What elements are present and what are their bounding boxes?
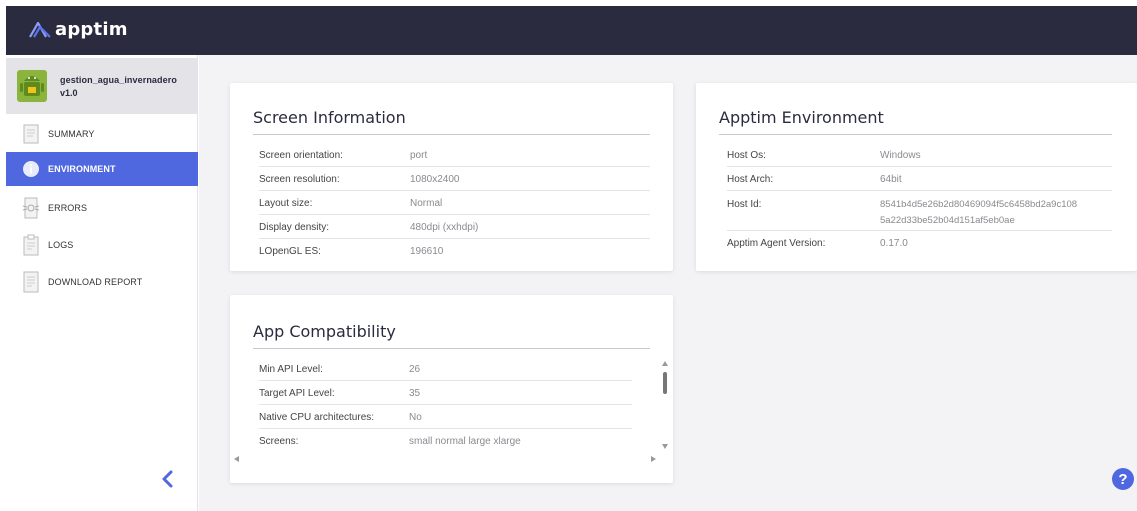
row-value: Windows — [880, 149, 921, 161]
app-compatibility-card: App Compatibility Min API Level: 26 Targ… — [230, 295, 673, 483]
apptim-logo-icon — [29, 21, 51, 38]
env-row: Host Arch: 64bit — [727, 168, 1112, 191]
row-label: Screens: — [259, 436, 299, 447]
row-value: 26 — [409, 363, 421, 375]
info-row: Screen orientation: port — [259, 144, 650, 167]
app-name: gestion_agua_invernadero — [60, 75, 177, 85]
scroll-left-arrow-icon[interactable] — [234, 456, 239, 462]
nav-label: ERRORS — [48, 203, 88, 213]
env-row: Apptim Agent Version: 0.17.0 — [727, 232, 1112, 255]
row-label: Display density: — [259, 221, 330, 233]
row-value-continued: 5a22d33be52b04d151af5eb0ae — [880, 215, 1015, 226]
scroll-down-arrow-icon[interactable] — [662, 444, 668, 449]
row-value: 196610 — [410, 246, 444, 257]
nav-summary[interactable]: SUMMARY — [6, 117, 198, 151]
nav-errors[interactable]: ERRORS — [6, 191, 198, 225]
row-value: port — [410, 149, 428, 161]
app-header: gestion_agua_invernadero v1.0 — [6, 58, 198, 114]
card-title: Apptim Environment — [719, 108, 884, 127]
info-row: Screen resolution: 1080x2400 — [259, 168, 650, 191]
info-row: Display density: 480dpi (xxhdpi) — [259, 216, 650, 239]
apptim-environment-card: Apptim Environment Host Os: Windows Host… — [696, 83, 1137, 271]
help-button[interactable]: ? — [1112, 468, 1134, 490]
bug-icon — [22, 197, 40, 219]
row-label: LOpenGL ES: — [259, 246, 321, 257]
nav-logs[interactable]: LOGS — [6, 228, 198, 262]
collapse-sidebar-chevron-icon[interactable] — [158, 469, 178, 489]
info-row: LOpenGL ES: 196610 — [259, 240, 650, 263]
title-divider — [719, 134, 1112, 135]
nav-environment[interactable]: ENVIRONMENT — [6, 152, 198, 186]
row-value: Normal — [410, 197, 443, 209]
row-value: 480dpi (xxhdpi) — [410, 221, 479, 233]
row-label: Apptim Agent Version: — [727, 238, 826, 249]
compat-row: Target API Level: 35 — [259, 382, 632, 405]
compat-row: Native CPU architectures: No — [259, 406, 632, 429]
env-row: Host Os: Windows — [727, 144, 1112, 167]
android-app-icon — [17, 70, 47, 102]
scroll-thumb[interactable] — [663, 372, 667, 394]
title-divider — [253, 134, 650, 135]
row-value: 35 — [409, 387, 421, 399]
row-label: Layout size: — [259, 197, 313, 209]
scroll-up-arrow-icon[interactable] — [662, 361, 668, 366]
nav-label: SUMMARY — [48, 129, 95, 139]
logs-clipboard-icon — [22, 234, 40, 256]
vertical-scrollbar[interactable] — [660, 359, 670, 451]
row-label: Target API Level: — [259, 387, 335, 399]
title-divider — [253, 348, 650, 349]
row-label: Host Arch: — [727, 173, 774, 185]
top-bar: apptim — [6, 6, 1137, 55]
brand-name: apptim — [55, 19, 128, 40]
row-label: Host Os: — [727, 149, 766, 161]
nav-label: DOWNLOAD REPORT — [48, 277, 143, 287]
card-title: Screen Information — [253, 108, 406, 127]
info-icon — [22, 158, 40, 180]
row-label: Screen orientation: — [259, 149, 343, 161]
info-row: Layout size: Normal — [259, 192, 650, 215]
row-label: Host Id: — [727, 199, 762, 210]
card-title: App Compatibility — [253, 322, 396, 341]
row-label: Min API Level: — [259, 363, 323, 375]
nav-download-report[interactable]: DOWNLOAD REPORT — [6, 265, 198, 299]
compat-row: Screens: small normal large xlarge — [259, 430, 632, 453]
scroll-right-arrow-icon[interactable] — [651, 456, 656, 462]
horizontal-scrollbar[interactable] — [232, 454, 658, 464]
row-label: Native CPU architectures: — [259, 411, 375, 423]
app-version: v1.0 — [60, 88, 78, 98]
compat-row: Min API Level: 26 — [259, 358, 632, 381]
row-value: 1080x2400 — [410, 173, 460, 185]
nav-label: LOGS — [48, 240, 74, 250]
row-value: No — [409, 411, 422, 423]
row-value: 0.17.0 — [880, 238, 908, 249]
sidebar: gestion_agua_invernadero v1.0 SUMMARY EN… — [6, 55, 198, 511]
screen-information-card: Screen Information Screen orientation: p… — [230, 83, 673, 271]
row-label: Screen resolution: — [259, 173, 340, 185]
summary-doc-icon — [22, 123, 40, 145]
row-value: 8541b4d5e26b2d80469094f5c6458bd2a9c108 — [880, 199, 1078, 210]
report-doc-icon — [22, 271, 40, 293]
row-value: small normal large xlarge — [409, 436, 521, 447]
row-value: 64bit — [880, 173, 902, 185]
env-row: Host Id: 8541b4d5e26b2d80469094f5c6458bd… — [727, 192, 1112, 231]
nav-label: ENVIRONMENT — [48, 164, 116, 174]
brand-logo[interactable]: apptim — [29, 19, 128, 40]
